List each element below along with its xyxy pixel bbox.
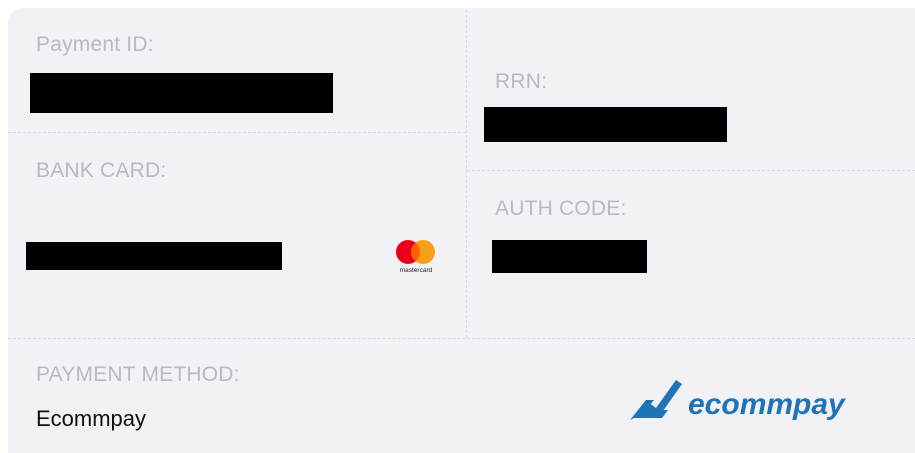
- payment-id-redacted-value: [30, 73, 333, 113]
- ecommpay-logo-text: ecommpay: [688, 388, 846, 421]
- mastercard-icon: mastercard: [392, 238, 440, 276]
- row-divider-right: [467, 170, 915, 171]
- row-divider-left: [8, 132, 466, 133]
- payment-method-label: PAYMENT METHOD:: [36, 363, 240, 386]
- rrn-label: RRN:: [495, 70, 548, 93]
- bank-card-label: BANK CARD:: [36, 159, 167, 182]
- auth-code-label: AUTH CODE:: [495, 197, 627, 220]
- mastercard-caption: mastercard: [400, 267, 433, 274]
- auth-code-redacted-value: [492, 240, 647, 273]
- ecommpay-logo-icon: ecommpay: [628, 378, 853, 426]
- payment-method-value: Ecommpay: [36, 406, 147, 431]
- row-divider-bottom: [8, 338, 915, 339]
- rrn-redacted-value: [484, 107, 727, 142]
- payment-id-label: Payment ID:: [36, 33, 154, 56]
- column-divider: [466, 10, 467, 338]
- bank-card-redacted-value: [26, 242, 282, 270]
